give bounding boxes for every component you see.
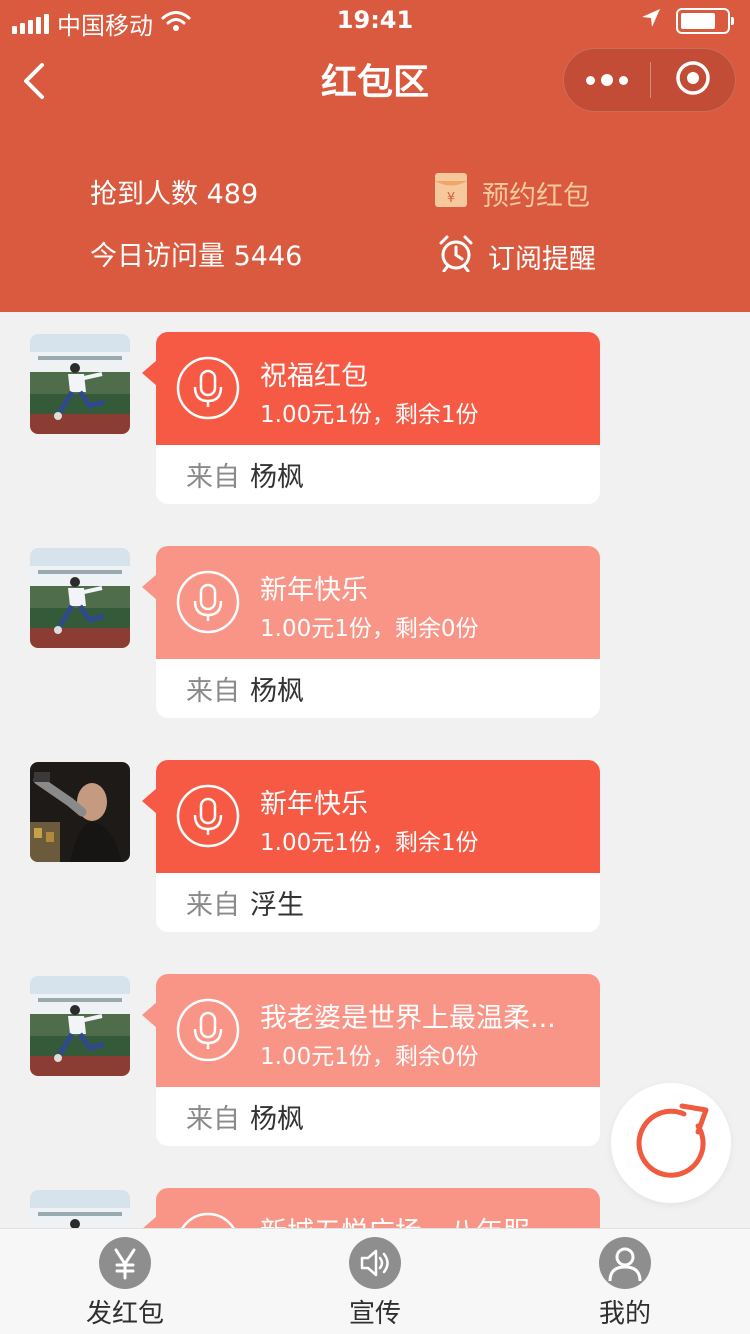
grabbed-count: 抢到人数 489 [90,179,259,210]
red-packet-card[interactable]: 新年快乐 1.00元1份，剩余1份 来自 浮生 [142,760,600,934]
avatar[interactable] [30,976,130,1076]
packet-title: 祝福红包 [260,361,368,392]
packet-list[interactable]: 祝福红包 1.00元1份，剩余1份 来自 杨枫 新年快乐 1.00元1份，剩余0… [0,312,750,1228]
list-item: 新年快乐 1.00元1份，剩余1份 来自 浮生 [0,740,750,932]
packet-header: 新城五悦广场，八年服 [156,1188,600,1228]
refresh-icon [626,1096,716,1190]
header: 中国移动 19:41 红包区 抢到人数 489 今日访问量 5446 ¥ 预约红… [0,0,750,312]
close-miniprogram-button[interactable] [651,49,735,111]
today-visits: 今日访问量 5446 [90,241,303,272]
reserve-packet-link[interactable]: ¥ 预约红包 [434,172,590,215]
sender-name: 杨枫 [250,676,304,707]
subscribe-reminder-label: 订阅提醒 [488,244,596,275]
red-packet-card[interactable]: 新城五悦广场，八年服 [142,1188,600,1228]
list-item: 新年快乐 1.00元1份，剩余0份 来自 杨枫 [0,526,750,718]
microphone-icon [176,784,240,848]
packet-amount: 1.00元1份，剩余1份 [260,402,479,428]
tab-promotion[interactable]: 宣传 [300,1237,450,1330]
packet-amount: 1.00元1份，剩余0份 [260,616,479,642]
speaker-icon [349,1237,401,1289]
avatar[interactable] [30,548,130,648]
microphone-icon [176,356,240,420]
status-time: 19:41 [336,6,414,34]
list-item: 祝福红包 1.00元1份，剩余1份 来自 杨枫 [0,312,750,504]
tab-bar: 发红包 宣传 我的 [0,1228,750,1334]
avatar[interactable] [30,334,130,434]
tab-mine[interactable]: 我的 [550,1237,700,1330]
sender-name: 杨枫 [250,1104,304,1135]
from-label: 来自 [186,462,240,493]
location-arrow-icon [640,7,662,35]
avatar[interactable] [30,762,130,862]
sender-name: 浮生 [250,890,304,921]
packet-amount: 1.00元1份，剩余0份 [260,1044,479,1070]
red-packet-card[interactable]: 我老婆是世界上最温柔... 1.00元1份，剩余0份 来自 杨枫 [142,974,600,1148]
avatar[interactable] [30,1190,130,1228]
refresh-button[interactable] [611,1083,731,1203]
packet-title: 新年快乐 [260,789,368,820]
tab-send-packet[interactable]: 发红包 [50,1237,200,1330]
microphone-icon [176,570,240,634]
packet-header: 新年快乐 1.00元1份，剩余0份 [156,546,600,659]
tab-label: 宣传 [348,1299,401,1329]
subscribe-reminder-link[interactable]: 订阅提醒 [438,234,596,279]
battery-icon [676,8,734,34]
svg-text:¥: ¥ [447,191,455,206]
microphone-icon [176,1212,240,1228]
more-dots-icon [586,75,595,85]
microphone-icon [176,998,240,1062]
status-bar: 中国移动 19:41 [0,0,750,40]
packet-title: 新年快乐 [260,575,368,606]
packet-sender: 来自 杨枫 [156,1087,600,1146]
packet-sender: 来自 杨枫 [156,659,600,718]
from-label: 来自 [186,890,240,921]
user-icon [599,1237,651,1289]
yen-icon [99,1237,151,1289]
from-label: 来自 [186,676,240,707]
packet-header: 我老婆是世界上最温柔... 1.00元1份，剩余0份 [156,974,600,1087]
tab-label: 发红包 [85,1299,164,1329]
packet-sender: 来自 浮生 [156,873,600,932]
packet-header: 祝福红包 1.00元1份，剩余1份 [156,332,600,445]
packet-sender: 来自 杨枫 [156,445,600,504]
miniprogram-capsule [563,48,736,112]
red-envelope-icon: ¥ [434,172,468,215]
alarm-clock-icon [438,234,474,279]
packet-title: 新城五悦广场，八年服 [260,1210,530,1228]
packet-title: 我老婆是世界上最温柔... [260,1003,556,1034]
reserve-packet-label: 预约红包 [482,181,590,212]
target-circle-icon [675,60,711,100]
red-packet-card[interactable]: 祝福红包 1.00元1份，剩余1份 来自 杨枫 [142,332,600,506]
more-menu-button[interactable] [564,49,650,111]
packet-amount: 1.00元1份，剩余1份 [260,830,479,856]
sender-name: 杨枫 [250,462,304,493]
red-packet-card[interactable]: 新年快乐 1.00元1份，剩余0份 来自 杨枫 [142,546,600,720]
from-label: 来自 [186,1104,240,1135]
tab-label: 我的 [598,1299,651,1329]
packet-header: 新年快乐 1.00元1份，剩余1份 [156,760,600,873]
